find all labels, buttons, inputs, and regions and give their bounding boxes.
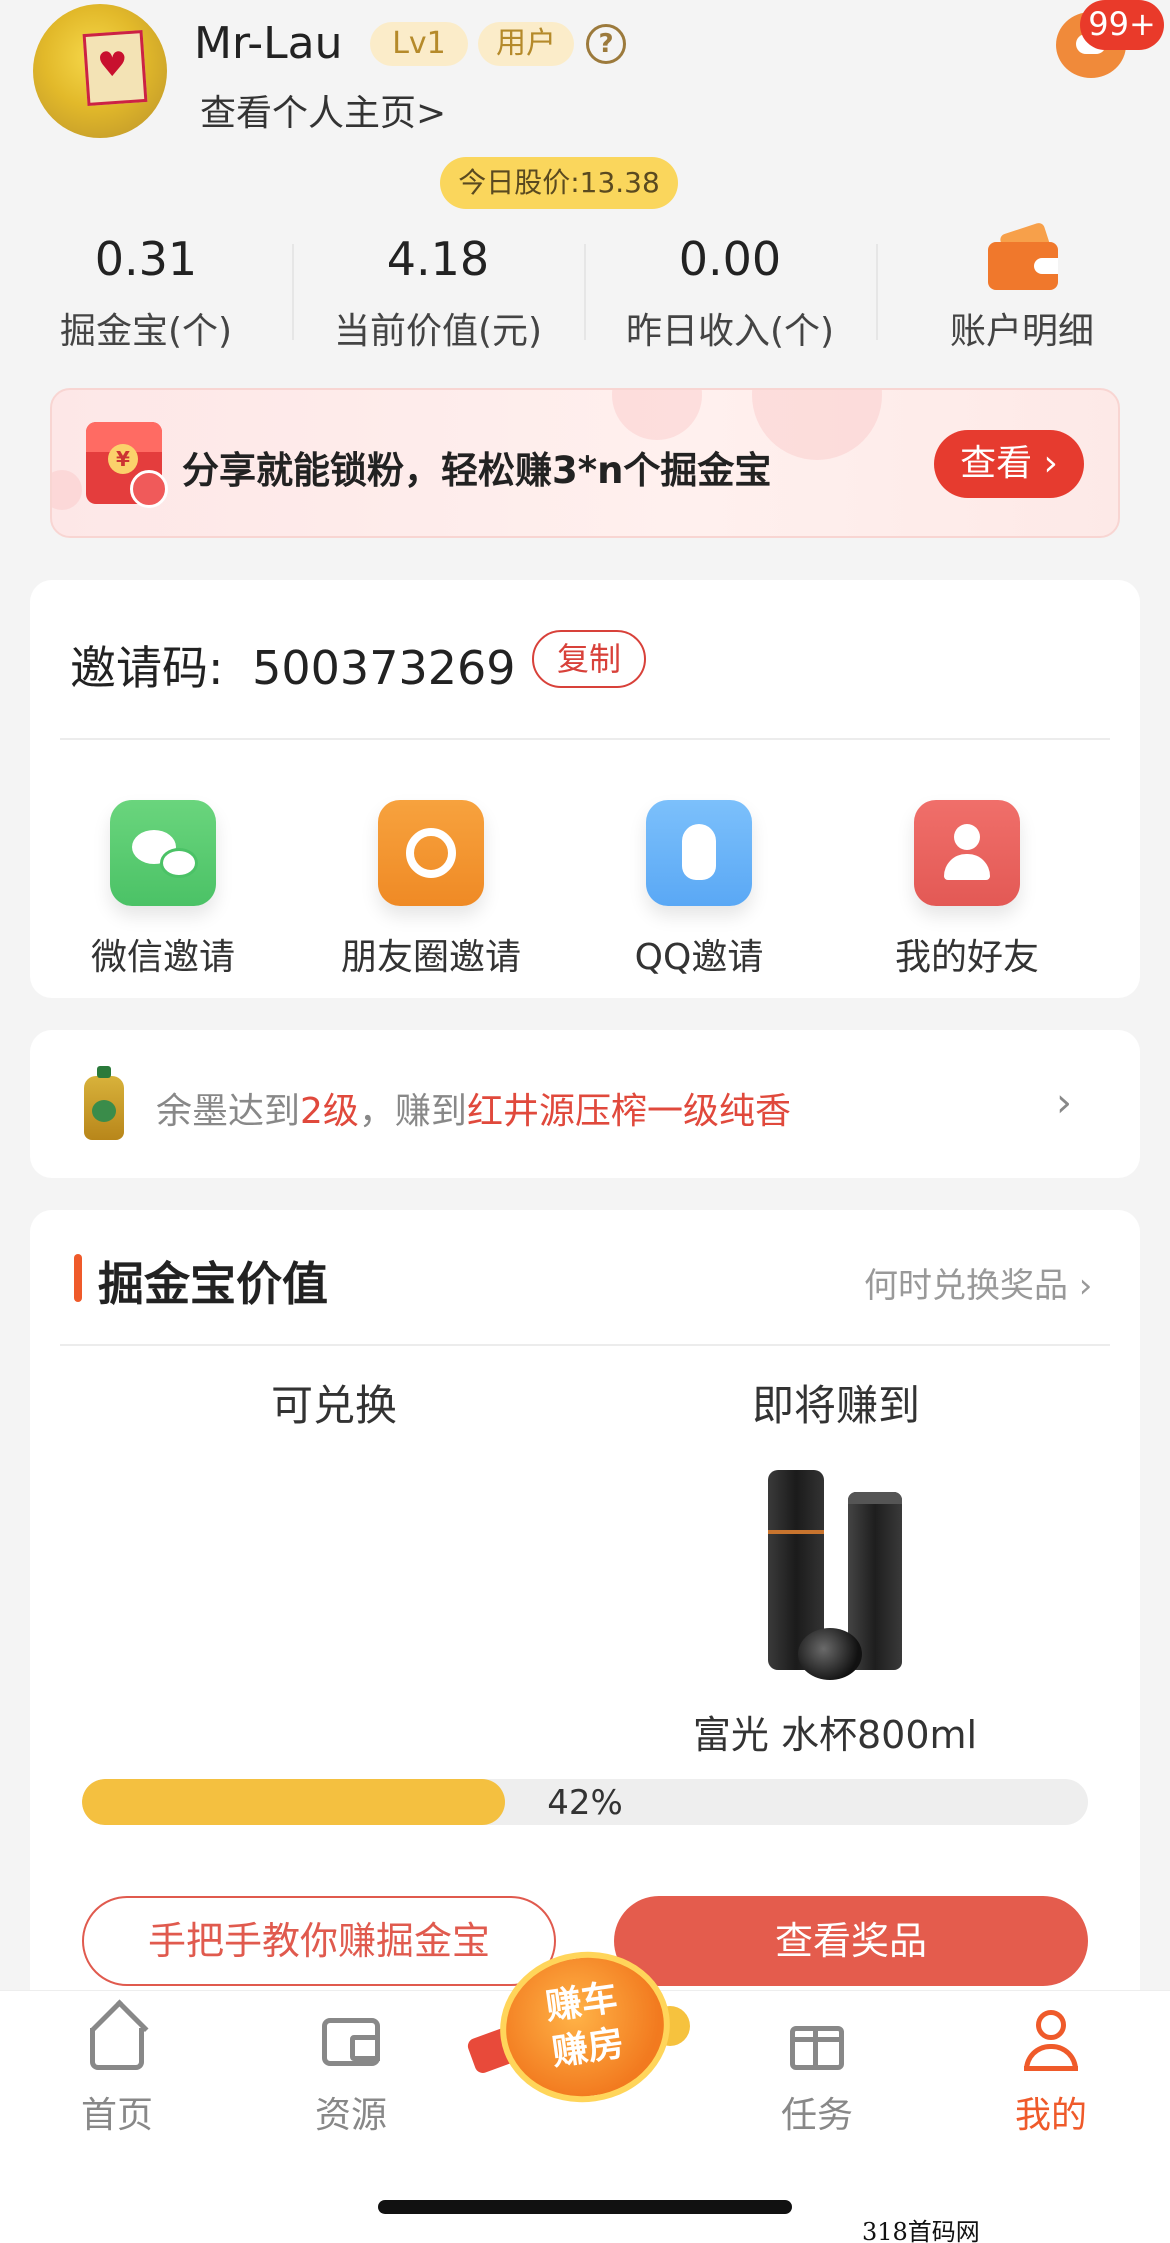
red-packet-icon: ¥: [86, 422, 168, 508]
invite-code-label: 邀请码:: [70, 641, 224, 695]
home-icon: [84, 2010, 150, 2072]
divider: [60, 738, 1110, 740]
account-detail-button[interactable]: . 账户明细: [876, 228, 1168, 354]
username: Mr-Lau: [194, 18, 343, 69]
home-indicator[interactable]: [378, 2200, 792, 2214]
notice-text: 余墨达到2级，赚到红井源压榨一级纯香: [156, 1091, 791, 1132]
share-option-label: QQ邀请: [634, 937, 764, 978]
stat-value: 4.18: [386, 232, 490, 286]
view-profile-link[interactable]: 查看个人主页>: [200, 84, 446, 136]
copy-button[interactable]: 复制: [532, 630, 646, 688]
tab-label: 资源: [314, 2095, 387, 2136]
progress-fill: [82, 1779, 505, 1825]
prize-name: 富光 水杯800ml: [692, 1713, 978, 1757]
moments-invite-button[interactable]: 朋友圈邀请: [316, 800, 546, 980]
share-option-label: 朋友圈邀请: [340, 937, 521, 978]
stat-current-value[interactable]: 4.18 当前价值(元): [292, 228, 584, 354]
stat-label: 昨日收入(个): [625, 311, 835, 352]
avatar[interactable]: ♥: [33, 4, 167, 138]
value-section-title: 掘金宝价值: [98, 1257, 328, 1311]
stat-label: 当前价值(元): [333, 311, 543, 352]
qq-icon: [646, 800, 752, 906]
stat-value: 0.31: [94, 232, 198, 286]
tab-label: 首页: [80, 2095, 153, 2136]
heart-icon: ♥: [97, 45, 128, 85]
level-badge: Lv1: [370, 22, 468, 66]
tab-label: 我的: [1014, 2095, 1087, 2136]
invite-code-value: 500373269: [252, 641, 516, 695]
stock-price-tag: 今日股价:13.38: [440, 157, 678, 209]
divider: [60, 1344, 1110, 1346]
oil-bottle-icon: [84, 1066, 124, 1140]
stat-gold-count[interactable]: 0.31 掘金宝(个): [0, 228, 292, 354]
friends-icon: [914, 800, 1020, 906]
upcoming-title: 即将赚到: [751, 1381, 920, 1430]
chevron-right-icon: ›: [1056, 1080, 1072, 1126]
my-friends-button[interactable]: 我的好友: [852, 800, 1082, 980]
wallet-tab-icon: [318, 2010, 384, 2072]
share-banner-text: 分享就能锁粉，轻松赚3*n个掘金宝: [182, 449, 772, 492]
title-accent-bar: [74, 1254, 82, 1302]
tab-home[interactable]: 首页: [42, 2010, 192, 2138]
gift-icon: [784, 2010, 850, 2072]
wechat-invite-button[interactable]: 微信邀请: [48, 800, 278, 980]
prize-image[interactable]: [760, 1470, 910, 1680]
invite-code-row: 邀请码: 500373269: [70, 632, 516, 698]
tab-label: 任务: [780, 2095, 853, 2136]
stat-label: 掘金宝(个): [59, 311, 233, 352]
qq-invite-button[interactable]: QQ邀请: [584, 800, 814, 980]
stat-yesterday-income[interactable]: 0.00 昨日收入(个): [584, 228, 876, 354]
stat-value: 0.00: [678, 232, 782, 286]
message-count-badge: 99+: [1080, 0, 1164, 50]
moments-icon: [378, 800, 484, 906]
share-view-button[interactable]: 查看 ›: [934, 430, 1084, 498]
question-circle-icon[interactable]: ?: [586, 24, 626, 64]
redeemable-title: 可兑换: [270, 1381, 397, 1430]
watermark: 318首码网 www.E318.com: [862, 2218, 980, 2243]
share-option-label: 我的好友: [894, 937, 1039, 978]
tab-resources[interactable]: 资源: [276, 2010, 426, 2138]
user-icon: [1018, 2010, 1084, 2072]
account-detail-label: 账户明细: [949, 311, 1094, 352]
view-prizes-button[interactable]: 查看奖品: [614, 1896, 1088, 1986]
role-badge: 用户: [478, 22, 574, 66]
share-option-label: 微信邀请: [90, 937, 235, 978]
when-redeem-link[interactable]: 何时兑换奖品 ›: [864, 1258, 1092, 1307]
tab-tasks[interactable]: 任务: [742, 2010, 892, 2138]
progress-percent: 42%: [547, 1783, 623, 1823]
tab-mine[interactable]: 我的: [976, 2010, 1126, 2138]
wechat-icon: [110, 800, 216, 906]
tutorial-button[interactable]: 手把手教你赚掘金宝: [82, 1896, 556, 1986]
